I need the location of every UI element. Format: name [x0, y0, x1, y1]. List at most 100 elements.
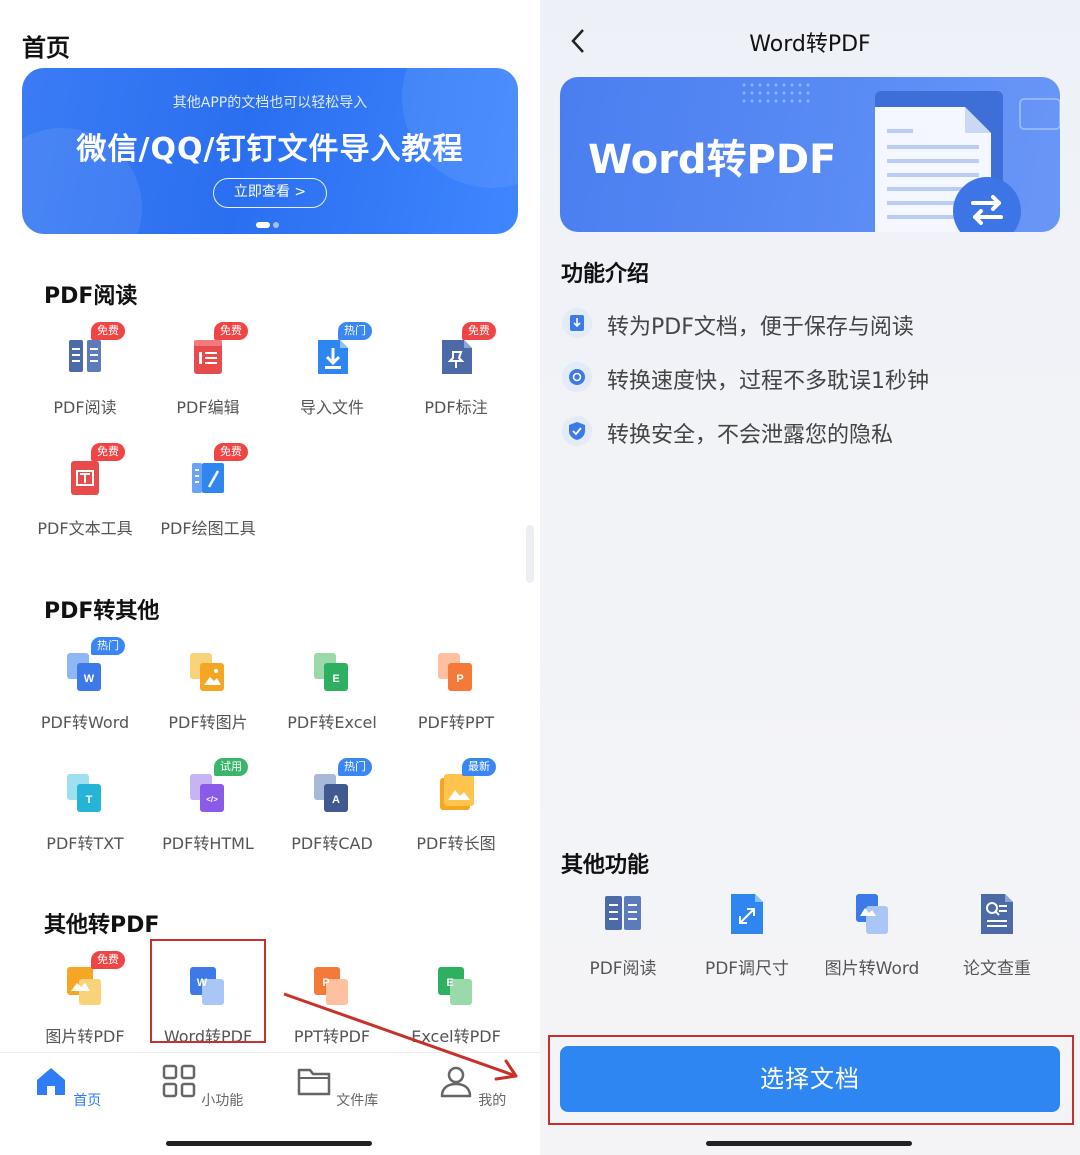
svg-text:P: P: [456, 673, 463, 685]
other-function-label: 图片转Word: [824, 959, 920, 979]
tool-pdf-to-txt[interactable]: T PDF转TXT: [23, 770, 147, 854]
tool-label: PDF转Excel: [287, 713, 377, 732]
other-function-plagiarism-check[interactable]: 论文查重: [937, 892, 1057, 979]
grid-icon: [162, 1064, 196, 1098]
carousel-dot: [273, 222, 279, 228]
txt-icon: T: [67, 774, 101, 812]
tab-label: 我的: [478, 1093, 507, 1109]
tool-pdf-read[interactable]: 免费 PDF阅读: [23, 322, 147, 418]
tool-pdf-to-excel[interactable]: E PDF转Excel: [270, 649, 394, 733]
tab-tools[interactable]: 小功能: [152, 1063, 252, 1110]
back-arrow-icon[interactable]: [568, 26, 588, 56]
tab-label: 文件库: [336, 1093, 379, 1109]
excel-icon: E: [314, 653, 348, 691]
ppt-icon: P: [438, 653, 472, 691]
section-title-intro: 功能介绍: [561, 262, 650, 287]
tool-image-to-pdf[interactable]: 免费 图片转PDF: [23, 951, 147, 1047]
tab-home[interactable]: 首页: [17, 1063, 117, 1110]
tool-label: Excel转PDF: [411, 1027, 501, 1046]
badge-trial: 试用: [214, 758, 248, 776]
bottom-tab-bar: 首页 小功能 文件库 我的: [0, 1052, 540, 1155]
other-function-label: PDF阅读: [589, 959, 657, 979]
shield-icon: [562, 416, 592, 446]
import-tutorial-banner[interactable]: 其他APP的文档也可以轻松导入 微信/QQ/钉钉文件导入教程 立即查看 >: [22, 68, 518, 234]
tool-import-file[interactable]: 热门 导入文件: [270, 322, 394, 418]
tab-profile[interactable]: 我的: [422, 1063, 522, 1110]
excel-icon: E: [438, 967, 472, 1005]
tool-pdf-to-image[interactable]: PDF转图片: [146, 649, 270, 733]
tool-label: PDF转Word: [40, 713, 130, 732]
image-word-icon: [856, 894, 888, 934]
section-title-pdf-to-other: PDF转其他: [44, 599, 160, 624]
tool-pdf-to-cad[interactable]: A 热门 PDF转CAD: [270, 758, 394, 854]
scroll-indicator[interactable]: [526, 525, 534, 583]
home-screen: 首页 其他APP的文档也可以轻松导入 微信/QQ/钉钉文件导入教程 立即查看 >…: [0, 0, 540, 1155]
home-icon: [36, 1068, 65, 1095]
page-title: Word转PDF: [749, 32, 871, 57]
svg-text:W: W: [84, 673, 95, 685]
badge-new: 最新: [462, 758, 496, 776]
highlight-box-select-button: [548, 1035, 1074, 1125]
tool-label: PDF文本工具: [37, 519, 133, 538]
home-indicator: [706, 1141, 912, 1146]
banner-subtitle: 其他APP的文档也可以轻松导入: [172, 95, 368, 111]
badge-free: 免费: [214, 322, 248, 340]
view-now-button[interactable]: 立即查看 >: [213, 178, 327, 208]
tab-label: 小功能: [201, 1093, 244, 1109]
badge-hot: 热门: [91, 637, 125, 655]
ppt-icon: P: [314, 967, 348, 1005]
image-icon: [67, 967, 101, 1005]
tool-pdf-to-html[interactable]: </> 试用 PDF转HTML: [146, 758, 270, 854]
tool-pdf-draw[interactable]: 免费 PDF绘图工具: [146, 443, 270, 539]
banner-title: 微信/QQ/钉钉文件导入教程: [76, 132, 464, 167]
text-tool-icon: [71, 461, 99, 495]
tool-pdf-annotate[interactable]: 免费 PDF标注: [394, 322, 518, 418]
html-icon: </>: [190, 774, 224, 812]
badge-free: 免费: [462, 322, 496, 340]
tool-pdf-to-word[interactable]: W 热门 PDF转Word: [23, 637, 147, 733]
tool-pdf-to-long-image[interactable]: 最新 PDF转长图: [394, 758, 518, 854]
hero-title: Word转PDF: [588, 137, 837, 183]
other-function-resize[interactable]: PDF调尺寸: [687, 892, 807, 979]
document-illustration-icon: [875, 91, 1060, 232]
tool-label: 导入文件: [299, 398, 364, 417]
edit-doc-icon: [194, 340, 222, 374]
other-function-image-to-word[interactable]: 图片转Word: [812, 892, 932, 979]
tool-label: PDF转PPT: [417, 713, 495, 732]
dot-pattern-decoration: [742, 83, 810, 103]
tool-label: PDF转图片: [168, 713, 248, 732]
other-function-pdf-read[interactable]: PDF阅读: [563, 892, 683, 979]
section-title-other-to-pdf: 其他转PDF: [44, 913, 160, 938]
screenshot: 首页 其他APP的文档也可以轻松导入 微信/QQ/钉钉文件导入教程 立即查看 >…: [0, 0, 1080, 1155]
search-doc-icon: [981, 894, 1013, 934]
carousel-dot-active: [256, 222, 270, 228]
feature-text: 转换速度快，过程不多耽误1秒钟: [607, 369, 929, 394]
speed-icon: [562, 362, 592, 392]
badge-hot: 热门: [338, 758, 372, 776]
section-title-other-functions: 其他功能: [561, 853, 650, 878]
tool-excel-to-pdf[interactable]: E Excel转PDF: [394, 963, 518, 1047]
word-icon: W: [67, 653, 101, 691]
hero-banner: Word转PDF: [560, 77, 1060, 232]
tool-ppt-to-pdf[interactable]: P PPT转PDF: [270, 963, 394, 1047]
tool-pdf-edit[interactable]: 免费 PDF编辑: [146, 322, 270, 418]
badge-free: 免费: [91, 443, 125, 461]
long-image-icon: [440, 774, 474, 810]
other-function-label: PDF调尺寸: [704, 959, 790, 979]
tool-label: PDF转HTML: [162, 834, 254, 853]
svg-text:A: A: [332, 794, 340, 806]
feature-text: 转为PDF文档，便于保存与阅读: [607, 315, 914, 340]
tool-label: PPT转PDF: [293, 1027, 371, 1046]
tool-label: PDF绘图工具: [160, 519, 256, 538]
import-icon: [318, 340, 348, 374]
folder-icon: [297, 1068, 331, 1096]
tab-label: 首页: [73, 1093, 102, 1109]
image-icon: [190, 653, 224, 691]
badge-free: 免费: [214, 443, 248, 461]
carousel-dots: [256, 222, 282, 228]
tool-pdf-to-ppt[interactable]: P PDF转PPT: [394, 649, 518, 733]
tool-label: PDF转TXT: [46, 834, 124, 853]
tool-pdf-text[interactable]: 免费 PDF文本工具: [23, 443, 147, 539]
tab-file-library[interactable]: 文件库: [287, 1063, 387, 1110]
badge-free: 免费: [91, 322, 125, 340]
